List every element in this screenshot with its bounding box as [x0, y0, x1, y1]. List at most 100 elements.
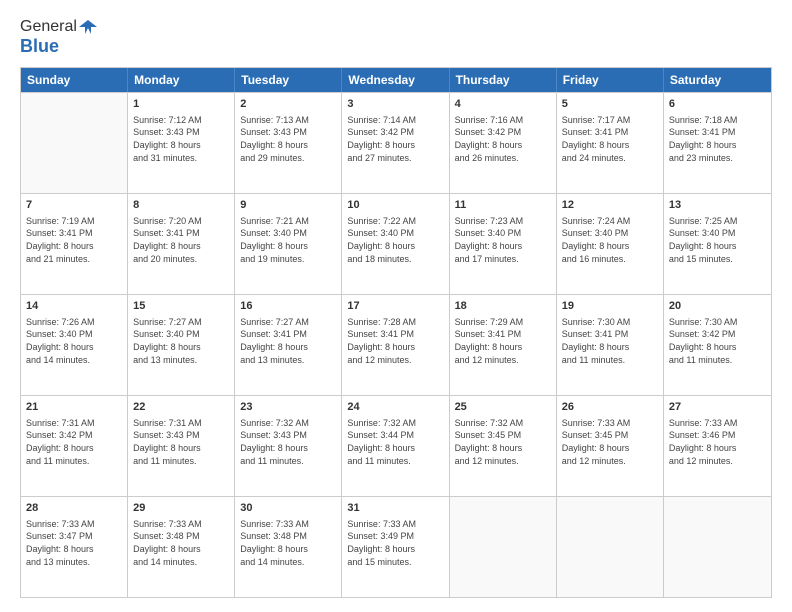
cell-info: Sunrise: 7:22 AMSunset: 3:40 PMDaylight:… [347, 215, 443, 265]
logo: General Blue [20, 18, 97, 57]
cell-info: Sunrise: 7:16 AMSunset: 3:42 PMDaylight:… [455, 114, 551, 164]
cell-info: Sunrise: 7:21 AMSunset: 3:40 PMDaylight:… [240, 215, 336, 265]
calendar-cell: 7 Sunrise: 7:19 AMSunset: 3:41 PMDayligh… [21, 194, 128, 294]
header: General Blue [20, 18, 772, 57]
cell-info: Sunrise: 7:33 AMSunset: 3:45 PMDaylight:… [562, 417, 658, 467]
calendar-cell: 11 Sunrise: 7:23 AMSunset: 3:40 PMDaylig… [450, 194, 557, 294]
cell-info: Sunrise: 7:13 AMSunset: 3:43 PMDaylight:… [240, 114, 336, 164]
cell-info: Sunrise: 7:18 AMSunset: 3:41 PMDaylight:… [669, 114, 766, 164]
calendar-cell: 19 Sunrise: 7:30 AMSunset: 3:41 PMDaylig… [557, 295, 664, 395]
calendar-week-5: 28 Sunrise: 7:33 AMSunset: 3:47 PMDaylig… [21, 496, 771, 597]
calendar-cell: 1 Sunrise: 7:12 AMSunset: 3:43 PMDayligh… [128, 93, 235, 193]
cell-info: Sunrise: 7:30 AMSunset: 3:42 PMDaylight:… [669, 316, 766, 366]
day-number: 29 [133, 501, 229, 516]
day-number: 5 [562, 97, 658, 112]
cell-info: Sunrise: 7:27 AMSunset: 3:40 PMDaylight:… [133, 316, 229, 366]
day-number: 9 [240, 198, 336, 213]
cell-info: Sunrise: 7:23 AMSunset: 3:40 PMDaylight:… [455, 215, 551, 265]
cell-info: Sunrise: 7:33 AMSunset: 3:46 PMDaylight:… [669, 417, 766, 467]
day-number: 1 [133, 97, 229, 112]
calendar-cell: 17 Sunrise: 7:28 AMSunset: 3:41 PMDaylig… [342, 295, 449, 395]
calendar-cell: 23 Sunrise: 7:32 AMSunset: 3:43 PMDaylig… [235, 396, 342, 496]
calendar-cell: 5 Sunrise: 7:17 AMSunset: 3:41 PMDayligh… [557, 93, 664, 193]
calendar-cell: 6 Sunrise: 7:18 AMSunset: 3:41 PMDayligh… [664, 93, 771, 193]
weekday-header-thursday: Thursday [450, 68, 557, 92]
day-number: 11 [455, 198, 551, 213]
cell-info: Sunrise: 7:14 AMSunset: 3:42 PMDaylight:… [347, 114, 443, 164]
day-number: 14 [26, 299, 122, 314]
day-number: 8 [133, 198, 229, 213]
day-number: 25 [455, 400, 551, 415]
cell-info: Sunrise: 7:25 AMSunset: 3:40 PMDaylight:… [669, 215, 766, 265]
day-number: 15 [133, 299, 229, 314]
day-number: 26 [562, 400, 658, 415]
day-number: 4 [455, 97, 551, 112]
calendar-week-4: 21 Sunrise: 7:31 AMSunset: 3:42 PMDaylig… [21, 395, 771, 496]
day-number: 31 [347, 501, 443, 516]
logo-general-text: General [20, 18, 77, 36]
calendar-cell: 25 Sunrise: 7:32 AMSunset: 3:45 PMDaylig… [450, 396, 557, 496]
calendar-cell: 8 Sunrise: 7:20 AMSunset: 3:41 PMDayligh… [128, 194, 235, 294]
day-number: 24 [347, 400, 443, 415]
calendar-cell [664, 497, 771, 597]
day-number: 3 [347, 97, 443, 112]
calendar-cell: 21 Sunrise: 7:31 AMSunset: 3:42 PMDaylig… [21, 396, 128, 496]
calendar-cell: 22 Sunrise: 7:31 AMSunset: 3:43 PMDaylig… [128, 396, 235, 496]
calendar-cell: 20 Sunrise: 7:30 AMSunset: 3:42 PMDaylig… [664, 295, 771, 395]
weekday-header-monday: Monday [128, 68, 235, 92]
calendar-cell: 12 Sunrise: 7:24 AMSunset: 3:40 PMDaylig… [557, 194, 664, 294]
day-number: 21 [26, 400, 122, 415]
calendar-cell: 10 Sunrise: 7:22 AMSunset: 3:40 PMDaylig… [342, 194, 449, 294]
cell-info: Sunrise: 7:24 AMSunset: 3:40 PMDaylight:… [562, 215, 658, 265]
cell-info: Sunrise: 7:12 AMSunset: 3:43 PMDaylight:… [133, 114, 229, 164]
day-number: 16 [240, 299, 336, 314]
cell-info: Sunrise: 7:32 AMSunset: 3:45 PMDaylight:… [455, 417, 551, 467]
cell-info: Sunrise: 7:17 AMSunset: 3:41 PMDaylight:… [562, 114, 658, 164]
calendar-cell: 28 Sunrise: 7:33 AMSunset: 3:47 PMDaylig… [21, 497, 128, 597]
cell-info: Sunrise: 7:19 AMSunset: 3:41 PMDaylight:… [26, 215, 122, 265]
cell-info: Sunrise: 7:27 AMSunset: 3:41 PMDaylight:… [240, 316, 336, 366]
calendar-cell: 30 Sunrise: 7:33 AMSunset: 3:48 PMDaylig… [235, 497, 342, 597]
weekday-header-tuesday: Tuesday [235, 68, 342, 92]
cell-info: Sunrise: 7:26 AMSunset: 3:40 PMDaylight:… [26, 316, 122, 366]
calendar-cell: 14 Sunrise: 7:26 AMSunset: 3:40 PMDaylig… [21, 295, 128, 395]
calendar-cell: 31 Sunrise: 7:33 AMSunset: 3:49 PMDaylig… [342, 497, 449, 597]
day-number: 12 [562, 198, 658, 213]
cell-info: Sunrise: 7:31 AMSunset: 3:42 PMDaylight:… [26, 417, 122, 467]
day-number: 22 [133, 400, 229, 415]
day-number: 28 [26, 501, 122, 516]
logo-blue-text: Blue [20, 36, 59, 57]
day-number: 19 [562, 299, 658, 314]
calendar-header: SundayMondayTuesdayWednesdayThursdayFrid… [21, 68, 771, 92]
page: General Blue SundayMondayTuesdayWednesda… [0, 0, 792, 612]
cell-info: Sunrise: 7:33 AMSunset: 3:49 PMDaylight:… [347, 518, 443, 568]
day-number: 20 [669, 299, 766, 314]
calendar-cell [557, 497, 664, 597]
day-number: 27 [669, 400, 766, 415]
cell-info: Sunrise: 7:29 AMSunset: 3:41 PMDaylight:… [455, 316, 551, 366]
cell-info: Sunrise: 7:32 AMSunset: 3:44 PMDaylight:… [347, 417, 443, 467]
cell-info: Sunrise: 7:30 AMSunset: 3:41 PMDaylight:… [562, 316, 658, 366]
calendar-cell: 18 Sunrise: 7:29 AMSunset: 3:41 PMDaylig… [450, 295, 557, 395]
calendar-body: 1 Sunrise: 7:12 AMSunset: 3:43 PMDayligh… [21, 92, 771, 597]
calendar-cell: 4 Sunrise: 7:16 AMSunset: 3:42 PMDayligh… [450, 93, 557, 193]
cell-info: Sunrise: 7:20 AMSunset: 3:41 PMDaylight:… [133, 215, 229, 265]
day-number: 2 [240, 97, 336, 112]
day-number: 30 [240, 501, 336, 516]
day-number: 10 [347, 198, 443, 213]
calendar-cell [21, 93, 128, 193]
weekday-header-wednesday: Wednesday [342, 68, 449, 92]
calendar-cell: 24 Sunrise: 7:32 AMSunset: 3:44 PMDaylig… [342, 396, 449, 496]
cell-info: Sunrise: 7:28 AMSunset: 3:41 PMDaylight:… [347, 316, 443, 366]
calendar-cell: 26 Sunrise: 7:33 AMSunset: 3:45 PMDaylig… [557, 396, 664, 496]
day-number: 7 [26, 198, 122, 213]
cell-info: Sunrise: 7:32 AMSunset: 3:43 PMDaylight:… [240, 417, 336, 467]
logo-bird-icon [79, 18, 97, 36]
day-number: 17 [347, 299, 443, 314]
day-number: 6 [669, 97, 766, 112]
cell-info: Sunrise: 7:33 AMSunset: 3:48 PMDaylight:… [240, 518, 336, 568]
weekday-header-friday: Friday [557, 68, 664, 92]
day-number: 18 [455, 299, 551, 314]
calendar-week-1: 1 Sunrise: 7:12 AMSunset: 3:43 PMDayligh… [21, 92, 771, 193]
calendar-cell [450, 497, 557, 597]
